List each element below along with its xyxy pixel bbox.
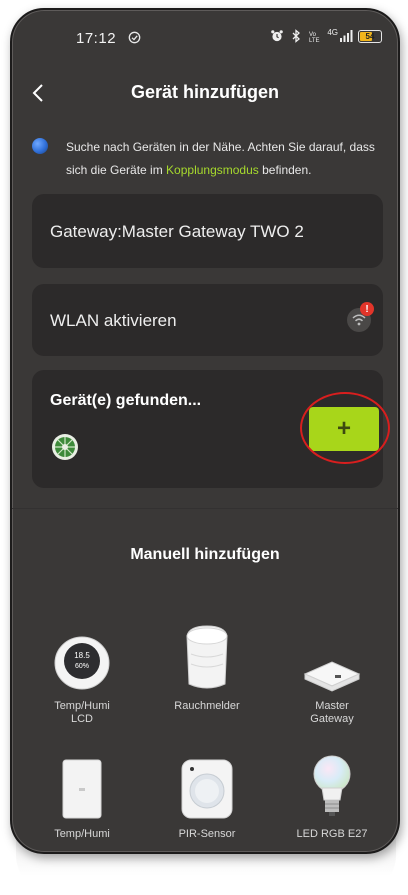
svg-text:LTE: LTE (309, 38, 320, 43)
alarm-icon (271, 30, 284, 42)
device-label: Temp/Humi LCD (54, 700, 110, 725)
volte-icon: Vo LTE (309, 32, 320, 43)
searching-spinner-icon (32, 138, 48, 154)
battery-level: 54 (365, 31, 375, 41)
network-type-label: 4G (327, 27, 338, 37)
device-pir-sensor[interactable]: PIR-Sensor (152, 750, 262, 841)
search-hint-text: Suche nach Geräten in der Nähe. Achten S… (66, 136, 384, 182)
pairing-mode-link[interactable]: Kopplungsmodus (166, 163, 259, 177)
bluetooth-icon (292, 29, 301, 43)
led-bulb-icon (277, 750, 387, 820)
sync-icon (128, 31, 141, 44)
found-devices-card: Gerät(e) gefunden... + (32, 370, 390, 488)
found-device-icon[interactable] (50, 432, 80, 462)
wifi-toggle-button[interactable]: ! (347, 302, 374, 332)
battery-icon: 54 (358, 29, 382, 43)
gateway-card[interactable]: Gateway:Master Gateway TWO 2 (32, 194, 383, 268)
pir-sensor-icon (152, 750, 262, 820)
device-master-gateway[interactable]: Master Gateway (277, 622, 387, 726)
temp-humi-sensor-icon (27, 750, 137, 820)
device-temp-humi[interactable]: Temp/Humi (27, 750, 137, 841)
temp-humi-lcd-sensor-icon: 18.5 60% (27, 622, 137, 692)
master-gateway-icon (277, 622, 387, 692)
section-divider (12, 508, 398, 509)
found-devices-title: Gerät(e) gefunden... (50, 392, 202, 409)
status-bar: 17:12 Vo LTE 4G 54 (12, 10, 398, 66)
device-led-rgb-e27[interactable]: LED RGB E27 (277, 750, 387, 841)
device-label: Rauchmelder (174, 700, 240, 712)
manual-add-title: Manuell hinzufügen (130, 546, 280, 563)
smoke-detector-icon (152, 622, 262, 692)
status-time: 17:12 (76, 30, 117, 47)
wlan-card[interactable]: WLAN aktivieren ! (32, 284, 383, 356)
status-icons: Vo LTE 4G 54 (270, 27, 382, 43)
header: Gerät hinzufügen (12, 68, 398, 120)
add-device-button[interactable]: + (309, 407, 379, 451)
device-label: Temp/Humi (54, 828, 110, 840)
device-label: Master Gateway (310, 700, 354, 725)
device-label: PIR-Sensor (178, 828, 236, 840)
screenshot-stage: 17:12 Vo LTE 4G 54 Gerät hinzufügen Such… (0, 0, 408, 895)
svg-text:60%: 60% (75, 663, 89, 670)
wlan-label: WLAN aktivieren (50, 311, 177, 330)
phone-frame: 17:12 Vo LTE 4G 54 Gerät hinzufügen Such… (10, 8, 400, 854)
svg-text:18.5: 18.5 (74, 651, 90, 660)
device-label: LED RGB E27 (296, 828, 368, 840)
hint-text-end: befinden. (258, 163, 312, 177)
device-temp-humi-lcd[interactable]: 18.5 60% Temp/Humi LCD (27, 622, 137, 726)
device-smoke-detector[interactable]: Rauchmelder (152, 622, 262, 713)
search-hint: Suche nach Geräten in der Nähe. Achten S… (32, 136, 384, 182)
gateway-label: Gateway:Master Gateway TWO 2 (50, 222, 304, 241)
page-title: Gerät hinzufügen (131, 82, 279, 102)
signal-icon (340, 30, 353, 42)
alert-badge: ! (360, 302, 374, 316)
